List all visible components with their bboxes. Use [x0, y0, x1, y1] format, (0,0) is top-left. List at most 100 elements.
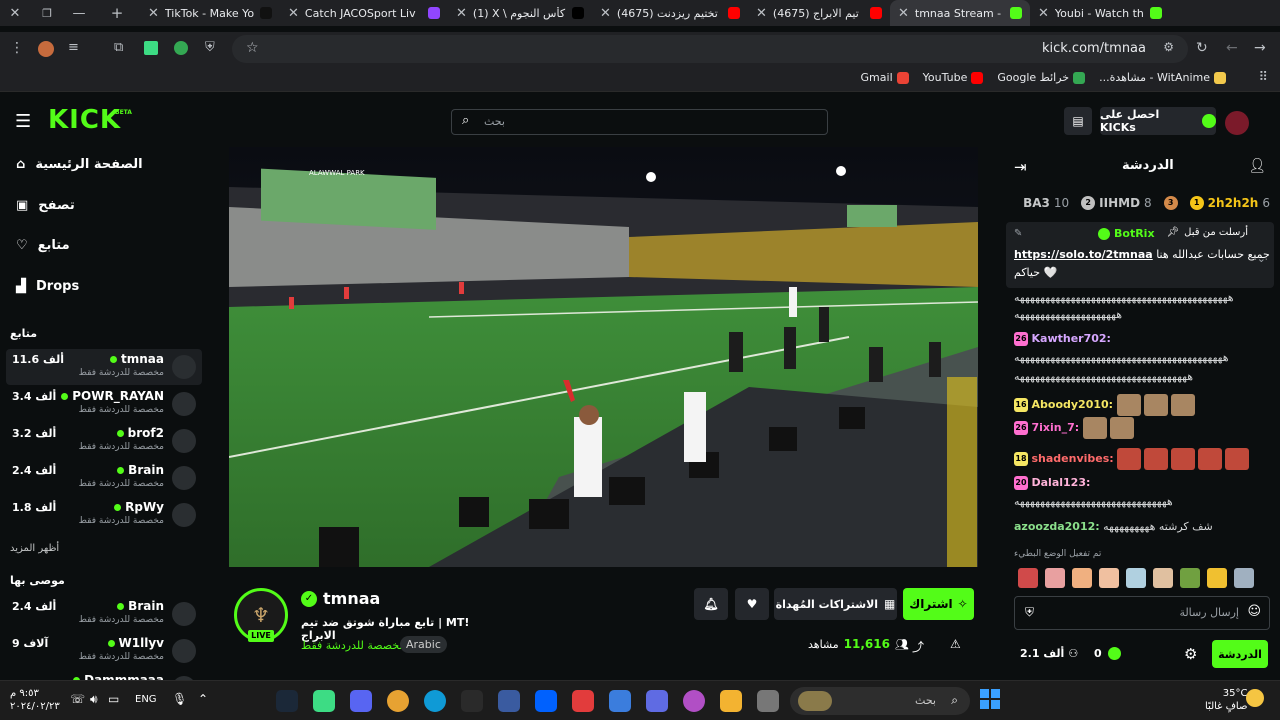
quick-emote[interactable] [1207, 568, 1227, 588]
quick-emote[interactable] [1045, 568, 1065, 588]
dropbox-icon[interactable] [535, 690, 557, 712]
star-icon[interactable]: ☆ [246, 40, 259, 56]
language-indicator[interactable]: ENG [135, 694, 157, 705]
unpin-icon[interactable]: ✎ [1014, 228, 1022, 239]
search-box[interactable]: ⌕ بحث [451, 109, 828, 135]
extension-3-icon[interactable] [174, 41, 188, 55]
leaderboard-entry[interactable]: BA3 10 [1023, 196, 1069, 210]
discord-icon[interactable] [350, 690, 372, 712]
extension-icon[interactable] [38, 41, 54, 57]
chat-username[interactable]: shadenvibes: [1032, 452, 1114, 465]
gifted-subs-button[interactable]: الاشتراكات المُهداة ▦ [774, 588, 897, 620]
app-3-icon[interactable] [572, 690, 594, 712]
leaderboard-entry[interactable]: 1 2h2h2h 6 [1189, 196, 1270, 210]
pinned-author[interactable]: BotRix [1114, 227, 1155, 240]
url-text[interactable]: kick.com/tmnaa [1042, 41, 1146, 56]
quick-emote[interactable] [1099, 568, 1119, 588]
nav-home[interactable]: ⌂ الصفحة الرئيسية [16, 157, 143, 172]
pinned-link[interactable]: https://solo.to/2tmnaa [1014, 248, 1153, 261]
tab-close-icon[interactable]: ✕ [288, 6, 299, 21]
hamburger-menu-icon[interactable]: ☰ [15, 111, 31, 132]
browser-tab[interactable]: ✕ (4675) تختيم ريزدنت [592, 0, 748, 26]
inbox-button[interactable]: ▤ [1064, 107, 1092, 135]
restore-icon[interactable]: ❐ [30, 7, 64, 20]
edge-icon[interactable] [424, 690, 446, 712]
browser-tab[interactable]: ✕ Youbi - Watch the Ve [1030, 0, 1170, 26]
sidebar-channel[interactable]: brof2 3.2 ألف مخصصة للدردشة فقط [6, 423, 202, 459]
quick-emote[interactable] [1072, 568, 1092, 588]
extension-2-icon[interactable] [144, 41, 158, 55]
quick-emote[interactable] [1018, 568, 1038, 588]
leaderboard-entry[interactable]: 3 [1163, 196, 1178, 210]
sidebar-channel[interactable]: Brain 2.4 ألف مخصصة للدردشة فقط [6, 596, 202, 632]
bookmark-item[interactable]: YouTube [923, 71, 984, 84]
steam-icon[interactable] [276, 690, 298, 712]
chrome-icon[interactable] [387, 690, 409, 712]
puzzle-icon[interactable]: ⧉ [114, 40, 123, 55]
sidebar-channel[interactable]: POWR_RAYAN 3.4 ألف مخصصة للدردشة فقط [6, 386, 202, 422]
tab-close-icon[interactable]: ✕ [898, 6, 909, 21]
reload-icon[interactable]: ↻ [1196, 40, 1208, 56]
notification-icon[interactable]: ☏ [70, 692, 85, 706]
stream-category[interactable]: مخصصة للدردشة فقط [301, 639, 405, 652]
quick-emote[interactable] [1153, 568, 1173, 588]
start-icon[interactable] [980, 689, 1000, 709]
media-icon[interactable]: ≡ [68, 40, 79, 55]
subscribe-button[interactable]: اشتراك ✧ [903, 588, 974, 620]
browser-tab[interactable]: ✕ (4675) تيم الابراج [748, 0, 890, 26]
store-icon[interactable] [646, 690, 668, 712]
omnibox[interactable]: ☆ kick.com/tmnaa ⚙ [232, 35, 1188, 63]
shield-icon[interactable]: ⛨ [205, 40, 215, 55]
browser-tab[interactable]: ✕ (1) X \ كأس النجوم @ [448, 0, 592, 26]
report-icon[interactable]: ⚠ [950, 637, 961, 651]
forward-icon[interactable]: ← [1226, 40, 1238, 56]
chevron-down-icon[interactable]: ⌄ [1257, 252, 1266, 265]
quick-emote[interactable] [1180, 568, 1200, 588]
leaderboard-entry[interactable]: 2 IIHMD 8 [1081, 196, 1152, 210]
follow-button[interactable]: ♥ [735, 588, 769, 620]
bookmark-item[interactable]: Gmail [861, 71, 909, 84]
emoji-icon[interactable]: ☺ [1247, 604, 1261, 619]
outlook-icon[interactable] [609, 690, 631, 712]
chevron-up-icon[interactable]: ⌃ [198, 692, 208, 706]
tab-close-icon[interactable]: ✕ [1038, 6, 1049, 21]
copilot-icon[interactable] [683, 690, 705, 712]
minimize-icon[interactable]: — [64, 6, 94, 21]
quick-emote[interactable] [1234, 568, 1254, 588]
taskbar-search[interactable]: ⌕ بحث [790, 687, 970, 715]
kick-logo[interactable]: KICK [48, 105, 121, 135]
app-2-icon[interactable] [498, 690, 520, 712]
chat-username[interactable]: 7ixin_7: [1032, 421, 1080, 434]
bookmark-item[interactable]: WitAnime - مشاهدة... [1099, 71, 1226, 84]
sidebar-channel[interactable]: W1llyv 9 آلاف مخصصة للدردشة فقط [6, 633, 202, 669]
tab-close-icon[interactable]: ✕ [756, 6, 767, 21]
bookmark-item[interactable]: خرائط Google [997, 71, 1086, 84]
sidebar-channel[interactable]: RpWy 1.8 ألف مخصصة للدردشة فقط [6, 497, 202, 533]
mic-icon[interactable]: 🎙︎ [172, 692, 187, 706]
chat-settings-icon[interactable]: ⚙ [1184, 645, 1197, 663]
quick-emote[interactable] [1126, 568, 1146, 588]
get-kicks-button[interactable]: احصل على KICKs [1100, 107, 1216, 135]
nav-following[interactable]: ♡ متابع [16, 238, 70, 253]
sidebar-channel[interactable]: tmnaa 11.6 ألف مخصصة للدردشة فقط [6, 349, 202, 385]
user-avatar[interactable] [1225, 111, 1249, 135]
tab-search-icon[interactable]: ✕ [0, 6, 30, 21]
volume-icon[interactable]: 🔊︎ [90, 692, 98, 707]
streamer-name[interactable]: tmnaa [323, 589, 380, 608]
menu-dots-icon[interactable]: ⋮ [10, 40, 24, 56]
nav-drops[interactable]: ▟ Drops [16, 279, 79, 294]
collapse-chat-icon[interactable]: ⇥ [1014, 158, 1027, 176]
chat-username[interactable]: Dalal123: [1032, 476, 1091, 489]
tab-close-icon[interactable]: ✕ [456, 6, 467, 21]
language-tag[interactable]: Arabic [400, 636, 447, 653]
tab-close-icon[interactable]: ✕ [600, 6, 611, 21]
chat-input[interactable]: ⛨ إرسال رسالة ☺ [1014, 596, 1270, 630]
users-icon[interactable]: 👤︎ [1248, 158, 1266, 174]
site-settings-icon[interactable]: ⚙ [1163, 40, 1174, 54]
show-more-link[interactable]: أظهر المزيد [10, 543, 59, 554]
chat-username[interactable]: azoozda2012: [1014, 520, 1100, 533]
chat-send-button[interactable]: الدردشة [1212, 640, 1268, 668]
sidebar-channel[interactable]: Brain 2.4 ألف مخصصة للدردشة فقط [6, 460, 202, 496]
browser-tab[interactable]: ✕ Catch JACOSport Liv [280, 0, 448, 26]
apps-grid-icon[interactable]: ⠿ [1258, 70, 1268, 85]
